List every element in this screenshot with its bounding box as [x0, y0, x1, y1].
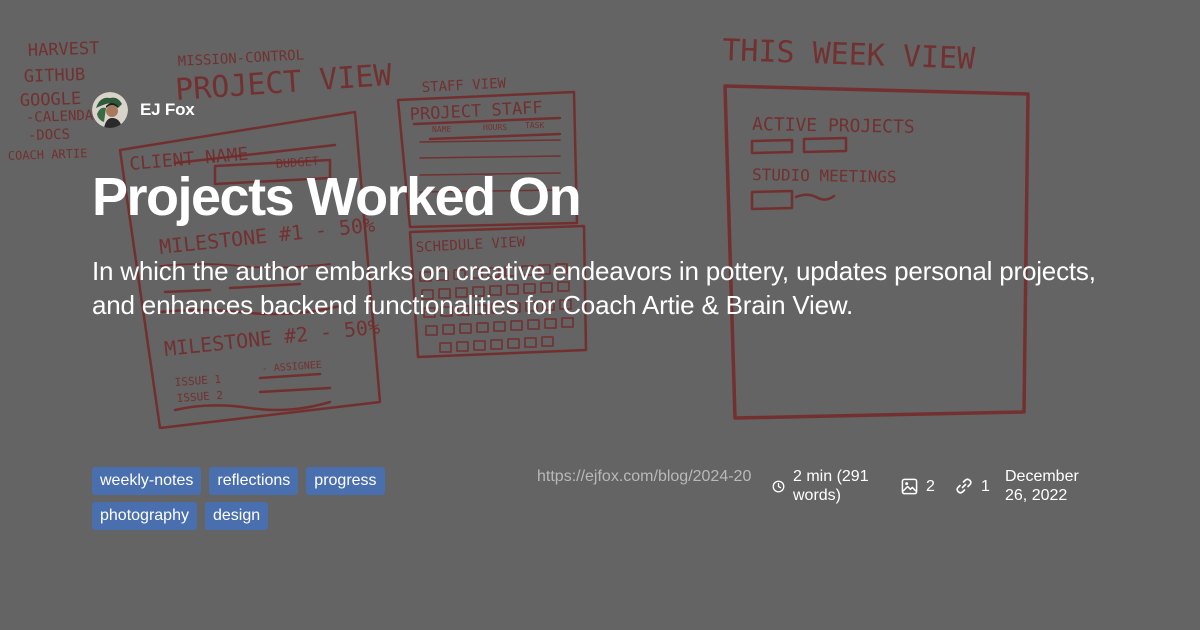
reading-time: 2 min (291 words) [772, 467, 882, 505]
image-count: 2 [901, 467, 935, 505]
tag-progress[interactable]: progress [306, 467, 385, 495]
author-byline[interactable]: EJ Fox [92, 92, 195, 128]
author-name[interactable]: EJ Fox [140, 100, 195, 120]
tag-reflections[interactable]: reflections [209, 467, 299, 495]
image-icon [901, 478, 918, 494]
reading-time-text: 2 min (291 words) [793, 468, 869, 504]
post-title: Projects Worked On [92, 167, 582, 227]
avatar [92, 92, 128, 128]
post-date: December 26, 2022 [1005, 468, 1079, 504]
post-description: In which the author embarks on creative … [92, 256, 1096, 320]
link-icon [956, 478, 972, 494]
clock-icon [772, 480, 785, 492]
tag-weekly-notes[interactable]: weekly-notes [92, 467, 202, 495]
link-count-value: 1 [981, 477, 990, 495]
tag-list: weekly-notes reflections progress photog… [92, 467, 422, 530]
link-count: 1 [955, 467, 990, 505]
post-url[interactable]: https://ejfox.com/blog/2024-20 [537, 467, 767, 486]
image-count-value: 2 [926, 477, 935, 495]
tag-design[interactable]: design [204, 502, 269, 530]
tag-photography[interactable]: photography [92, 502, 197, 530]
